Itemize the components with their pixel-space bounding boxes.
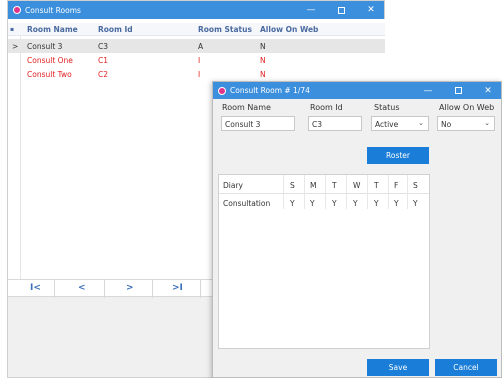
- maximize-icon: [337, 6, 345, 14]
- allow-on-web-label: Allow On Web: [439, 103, 495, 112]
- chevron-down-icon: ⌄: [484, 119, 490, 127]
- diary-col-divider: [325, 175, 326, 209]
- diary-col-header: W: [353, 181, 361, 190]
- close-button[interactable]: ✕: [356, 1, 386, 19]
- room-name-field[interactable]: Consult 3: [221, 116, 295, 131]
- grid-header: ▪ Room Name Room Id Room Status Allow On…: [8, 23, 385, 36]
- roster-button[interactable]: Roster: [367, 147, 429, 164]
- pager-divider: [152, 280, 153, 298]
- room-id-field[interactable]: C3: [308, 116, 362, 131]
- status-select[interactable]: Active ⌄: [371, 116, 429, 131]
- room-id-label: Room Id: [310, 103, 343, 112]
- diary-grid: Diary S M T W T F S Consultation Y Y Y Y…: [218, 174, 430, 349]
- diary-cell: Y: [374, 199, 379, 208]
- dialog-title: Consult Room # 1/74: [230, 86, 310, 95]
- diary-col-header: M: [310, 181, 317, 190]
- room-name-label: Room Name: [222, 103, 271, 112]
- room-id-cell: C2: [98, 70, 109, 79]
- diary-col-header: T: [332, 181, 337, 190]
- room-id-cell: C3: [98, 42, 109, 51]
- room-name-cell: Consult One: [27, 56, 73, 65]
- diary-cell: Y: [353, 199, 358, 208]
- last-page-button[interactable]: >I: [172, 283, 183, 293]
- maximize-icon: [454, 87, 462, 94]
- status-value: Active: [375, 120, 399, 129]
- diary-col-header: T: [374, 181, 379, 190]
- diary-cell: Y: [413, 199, 418, 208]
- col-header-room-status[interactable]: Room Status: [198, 25, 252, 34]
- room-status-cell: I: [198, 56, 201, 65]
- close-button[interactable]: ✕: [473, 82, 502, 99]
- allow-on-web-cell: N: [260, 70, 266, 79]
- row-header-divider: [20, 36, 21, 279]
- diary-cell: Y: [394, 199, 399, 208]
- diary-col-header: S: [290, 181, 295, 190]
- prev-page-button[interactable]: <: [78, 283, 86, 293]
- status-label: Status: [374, 103, 400, 112]
- consult-room-dialog: Consult Room # 1/74 — ✕ Room Name Consul…: [212, 81, 502, 378]
- room-status-cell: A: [198, 42, 204, 51]
- table-row[interactable]: > Consult 3 C3 A N: [8, 39, 385, 53]
- room-id-cell: C1: [98, 56, 109, 65]
- diary-header-divider: [219, 193, 429, 194]
- table-row[interactable]: Consult One C1 I N: [8, 53, 385, 67]
- row-selector-icon: >: [12, 42, 19, 51]
- diary-col-divider: [304, 175, 305, 209]
- save-button[interactable]: Save: [367, 359, 429, 376]
- allow-on-web-cell: N: [260, 42, 266, 51]
- next-page-button[interactable]: >: [126, 283, 134, 293]
- diary-cell: Y: [310, 199, 315, 208]
- app-icon: [13, 6, 21, 14]
- diary-col-divider: [283, 175, 284, 209]
- col-header-room-name[interactable]: Room Name: [27, 25, 78, 34]
- chevron-down-icon: ⌄: [418, 119, 424, 127]
- pager-divider: [200, 280, 201, 298]
- maximize-button[interactable]: [326, 1, 356, 19]
- first-page-button[interactable]: I<: [30, 283, 41, 293]
- diary-col-divider: [367, 175, 368, 209]
- rooms-window-title: Consult Rooms: [25, 5, 81, 15]
- diary-cell: Y: [290, 199, 295, 208]
- room-name-cell: Consult 3: [27, 42, 63, 51]
- pager-divider: [54, 280, 55, 298]
- diary-col-header: Diary: [223, 181, 243, 190]
- maximize-button[interactable]: [443, 82, 473, 99]
- diary-col-header: S: [413, 181, 418, 190]
- room-name-cell: Consult Two: [27, 70, 72, 79]
- app-icon: [218, 86, 226, 95]
- rooms-title-bar[interactable]: Consult Rooms — ✕: [8, 1, 384, 19]
- col-header-room-id[interactable]: Room Id: [98, 25, 133, 34]
- diary-cell: Consultation: [223, 199, 271, 208]
- allow-on-web-value: No: [441, 120, 452, 129]
- diary-col-divider: [346, 175, 347, 209]
- room-status-cell: I: [198, 70, 201, 79]
- minimize-button[interactable]: —: [296, 1, 326, 19]
- table-row[interactable]: Consult Two C2 I N: [8, 67, 385, 81]
- diary-col-divider: [407, 175, 408, 209]
- grid-corner-icon: ▪: [10, 26, 15, 33]
- dialog-title-bar[interactable]: Consult Room # 1/74 — ✕: [213, 82, 501, 99]
- pager-divider: [104, 280, 105, 298]
- diary-cell: Y: [332, 199, 337, 208]
- cancel-button[interactable]: Cancel: [435, 359, 497, 376]
- diary-col-divider: [388, 175, 389, 209]
- allow-on-web-select[interactable]: No ⌄: [437, 116, 495, 131]
- diary-col-header: F: [394, 181, 399, 190]
- col-header-allow-on-web[interactable]: Allow On Web: [260, 25, 318, 34]
- allow-on-web-cell: N: [260, 56, 266, 65]
- minimize-button[interactable]: —: [413, 82, 443, 99]
